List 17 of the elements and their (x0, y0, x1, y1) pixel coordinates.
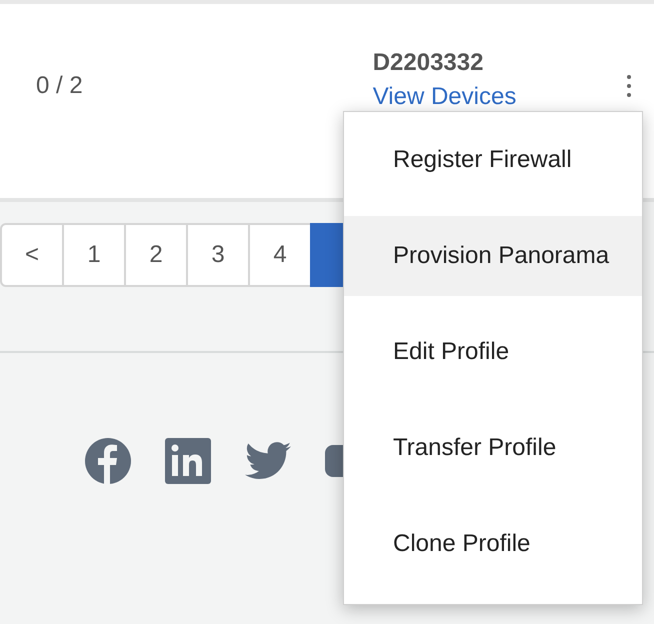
menu-item[interactable]: Transfer Profile (344, 408, 642, 488)
page-button[interactable]: 4 (248, 223, 312, 287)
facebook-icon[interactable] (85, 438, 131, 484)
more-options-icon[interactable] (626, 74, 632, 98)
menu-item[interactable]: Clone Profile (344, 504, 642, 584)
usage-count: 0 / 2 (36, 71, 83, 101)
bird-icon[interactable] (245, 441, 291, 481)
device-id: D2203332 (372, 48, 484, 78)
page-button[interactable]: < (0, 223, 64, 287)
linkedin-icon[interactable] (165, 438, 211, 484)
page-button[interactable]: 2 (124, 223, 188, 287)
page-button[interactable]: 1 (62, 223, 126, 287)
menu-item[interactable]: Register Firewall (344, 120, 642, 200)
menu-item[interactable]: Provision Panorama (344, 216, 642, 296)
view-devices-link[interactable]: View Devices (372, 82, 516, 112)
page-button[interactable]: 3 (186, 223, 250, 287)
menu-item[interactable]: Edit Profile (344, 312, 642, 392)
